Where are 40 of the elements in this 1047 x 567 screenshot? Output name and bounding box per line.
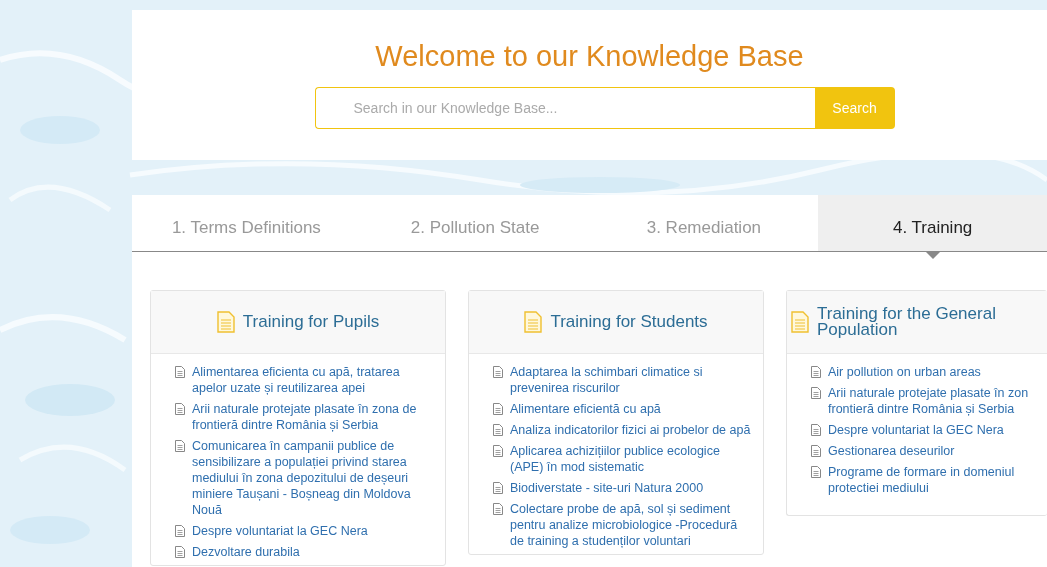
article-link[interactable]: Biodiverstate - site-uri Natura 2000 [510,480,704,496]
document-icon [175,546,185,558]
article-link[interactable]: Comunicarea în campanii publice de sensibilizare a populației privind starea mediului în zona depozitului de deșeuri miniere Taușani - Boșneag din Moldova Nouă [192,438,433,518]
card-title: Training for the General Population [817,305,997,339]
document-icon [493,366,503,378]
article-link[interactable]: Arii naturale protejate plasate în zona de frontieră dintre România și Serbia [192,401,433,433]
document-icon [811,445,821,457]
document-icon [493,445,503,457]
document-icon [493,424,503,436]
article-link[interactable]: Arii naturale protejate plasate în zon frontieră dintre România și Serbia [828,385,1029,417]
article-link[interactable]: Analiza indicatorilor fizici ai probelor de apă [510,422,751,438]
document-icon [811,387,821,399]
document-icon [493,403,503,415]
article-link[interactable]: Alimentare eficientă cu apă [510,401,661,417]
article-link[interactable]: Dezvoltare durabila [192,544,300,560]
document-icon [811,466,821,478]
card-title: Training for Pupils [242,313,380,331]
article-link[interactable]: Colectare probe de apă, sol și sediment pentru analize microbiologice -Procedură de training a studenților voluntari [510,501,751,549]
document-icon [524,311,543,333]
search-field[interactable]: Search in our Knowledge Base... [314,87,815,129]
article-link[interactable]: Air pollution on urban areas [828,364,981,380]
document-icon [216,311,235,333]
document-icon [493,503,503,515]
page-title: Welcome to our Knowledge Base [375,40,804,73]
article-link[interactable]: Aplicarea achizițiilor publice ecologice (APE) în mod sistematic [510,443,751,475]
document-icon [175,440,185,452]
document-icon [175,366,185,378]
card-title: Training for Students [550,313,708,331]
article-link[interactable]: Alimentarea eficienta cu apă, tratarea apelor uzate și reutilizarea apei [192,364,433,396]
document-icon [493,482,503,494]
document-icon [791,311,809,333]
article-link[interactable]: Despre voluntariat la GEC Nera [828,422,1004,438]
article-link[interactable]: Programe de formare in domeniul protectiei mediului [828,464,1047,496]
document-icon [175,403,185,415]
document-icon [811,366,821,378]
article-link[interactable]: Gestionarea deseurilor [828,443,955,459]
document-icon [811,424,821,436]
article-link[interactable]: Adaptarea la schimbari climatice si prevenirea riscurilor [510,364,751,396]
article-link[interactable]: Despre voluntariat la GEC Nera [192,523,368,539]
document-icon [175,525,185,537]
